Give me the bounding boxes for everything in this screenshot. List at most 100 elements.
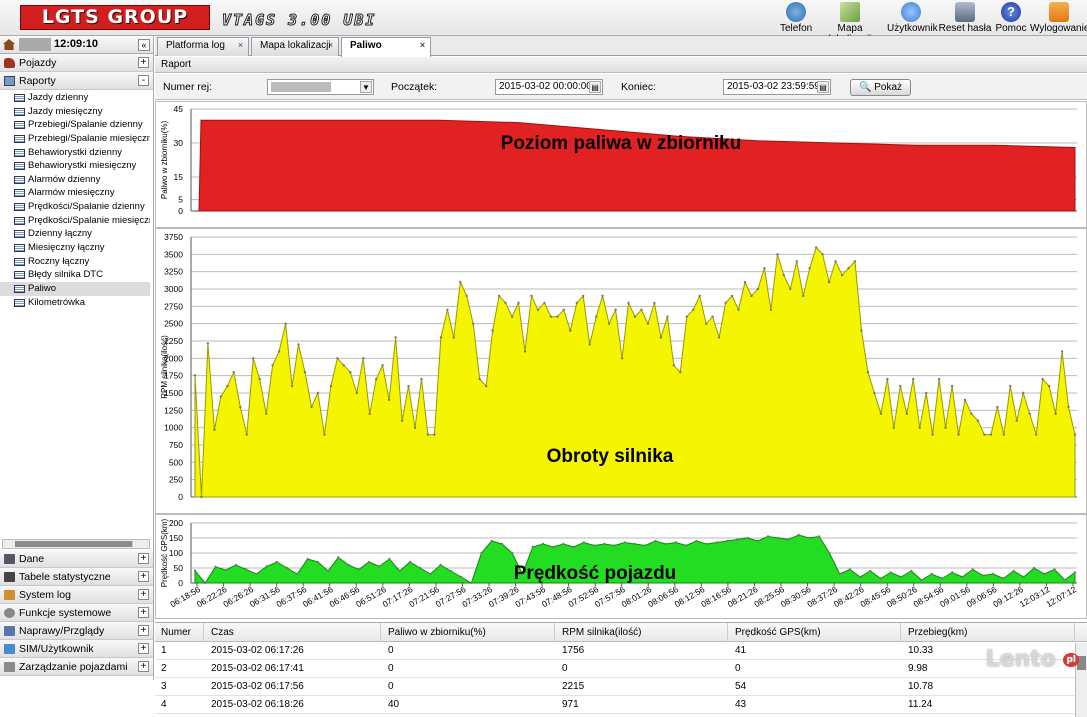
col-header[interactable]: Paliwo w zbiorniku(%) (382, 623, 555, 642)
table-row[interactable]: 1 2015-03-02 06:17:26 0 1756 41 10.33 (155, 642, 1087, 660)
phone-icon (786, 2, 806, 22)
report-item[interactable]: Błędy silnika DTC (0, 268, 150, 282)
tab-mapa-lokalizacji[interactable]: Mapa lokalizacji × (251, 37, 339, 56)
data-point (737, 308, 740, 311)
y-tick-label: 750 (169, 440, 183, 450)
expand-icon[interactable]: + (138, 661, 149, 672)
data-point (569, 329, 572, 332)
y-tick-label: 200 (169, 518, 183, 528)
table-row[interactable]: 3 2015-03-02 06:17:56 0 2215 54 10.78 (155, 678, 1087, 696)
toolbar-user-button[interactable]: Użytkownik (887, 2, 938, 34)
data-point (705, 542, 708, 546)
collapse-sidebar-button[interactable]: « (138, 39, 150, 51)
cell: 0 (562, 663, 568, 674)
data-point (420, 377, 423, 381)
report-item[interactable]: Alarmów miesięczny (0, 186, 150, 200)
data-point (407, 384, 410, 388)
calendar-icon[interactable]: ▤ (589, 81, 601, 93)
data-point (446, 308, 449, 311)
report-item[interactable]: Przebiegi/Spalanie dzienny (0, 118, 150, 132)
calendar-icon[interactable]: ▤ (817, 81, 829, 93)
report-item[interactable]: Kilometrówka (0, 296, 150, 310)
toolbar-reset-password-button[interactable]: Reset hasła (938, 2, 992, 34)
expand-icon[interactable]: + (138, 643, 149, 654)
col-header[interactable]: Numer (155, 623, 204, 642)
end-date-input[interactable]: 2015-03-02 23:59:59 ▤ (723, 79, 831, 95)
data-point (214, 565, 217, 568)
data-point (1060, 350, 1064, 353)
close-icon[interactable]: × (236, 41, 245, 50)
data-point (1002, 577, 1005, 580)
sim-icon (4, 644, 15, 654)
col-header[interactable]: Przebieg(km) (902, 623, 1075, 642)
start-date-input[interactable]: 2015-03-02 00:00:00 ▤ (495, 79, 603, 95)
data-point (378, 565, 381, 568)
data-point (944, 426, 947, 429)
report-item[interactable]: Prędkości/Spalanie dzienny (0, 200, 150, 214)
report-item[interactable]: Jazdy miesięczny (0, 105, 150, 119)
section-zarzadzanie[interactable]: Zarządzanie pojazdami + (0, 658, 153, 676)
data-point (349, 371, 352, 374)
data-point (398, 569, 401, 573)
report-item[interactable]: Behawiorystki dzienny (0, 146, 150, 160)
table-row[interactable]: 2 2015-03-02 06:17:41 0 0 0 9.98 (155, 660, 1087, 678)
tab-bar: Platforma log × Mapa lokalizacji × Paliwo × (155, 36, 1087, 57)
y-tick-label: 30 (174, 138, 184, 148)
toolbar-logout-button[interactable]: Wylogowanie (1030, 2, 1087, 34)
chevron-down-icon[interactable]: ▼ (360, 81, 372, 93)
expand-icon[interactable]: + (138, 571, 149, 582)
report-item[interactable]: Przebiegi/Spalanie miesięczny (0, 132, 150, 146)
toolbar-phone-button[interactable]: Telefon (780, 2, 812, 34)
report-item[interactable]: Roczny łączny (0, 255, 150, 269)
scrollbar-thumb[interactable] (15, 541, 133, 547)
y-tick-label: 500 (169, 457, 183, 467)
section-system-log[interactable]: System log + (0, 586, 153, 604)
collapse-icon[interactable]: - (138, 75, 149, 86)
y-tick-label: 5 (178, 195, 183, 205)
report-item[interactable]: Prędkości/Spalanie miesięczny (0, 214, 150, 228)
col-header[interactable]: Czas (205, 623, 381, 642)
section-dane[interactable]: Dane + (0, 550, 153, 568)
section-raporty[interactable]: Raporty - (0, 72, 153, 90)
data-point (633, 542, 637, 546)
expand-icon[interactable]: + (138, 607, 149, 618)
section-sim[interactable]: SIM/Użytkownik + (0, 640, 153, 658)
expand-icon[interactable]: + (138, 553, 149, 564)
cell: 0 (735, 663, 741, 674)
data-point (920, 578, 923, 582)
report-item[interactable]: Dzienny łączny (0, 227, 150, 241)
data-point (413, 426, 417, 429)
expand-icon[interactable]: + (138, 589, 149, 600)
show-button[interactable]: 🔍 Pokaż (850, 79, 911, 96)
data-point (275, 560, 279, 564)
tab-paliwo[interactable]: Paliwo × (341, 37, 431, 57)
section-naprawy[interactable]: Naprawy/Przglądy + (0, 622, 153, 640)
section-pojazdy[interactable]: Pojazdy + (0, 54, 153, 72)
report-item[interactable]: Miesięczny łączny (0, 241, 150, 255)
close-icon[interactable]: × (326, 41, 335, 50)
data-point (976, 419, 980, 422)
report-item-selected[interactable]: Paliwo (0, 281, 150, 296)
col-header[interactable]: RPM silnika(ilość) (556, 623, 728, 642)
tab-platforma-log[interactable]: Platforma log × (157, 37, 249, 56)
sidebar-scrollbar[interactable] (2, 539, 150, 549)
toolbar-help-button[interactable]: ? Pomoc (995, 2, 1027, 34)
reg-select[interactable]: ▼ (267, 79, 374, 95)
expand-icon[interactable]: + (138, 57, 149, 68)
section-funkcje[interactable]: Funkcje systemowe + (0, 604, 153, 622)
data-point (1032, 566, 1036, 570)
data-point (367, 560, 371, 564)
report-item[interactable]: Jazdy dzienny (0, 91, 150, 105)
data-point (736, 538, 739, 541)
col-header[interactable]: Prędkość GPS(km) (729, 623, 901, 642)
report-item[interactable]: Alarmów dzienny (0, 173, 150, 187)
section-tabele[interactable]: Tabele statystyczne + (0, 568, 153, 586)
cell: 1 (161, 645, 167, 656)
report-item[interactable]: Behawiorystki miesięczny (0, 159, 150, 173)
table-row[interactable]: 4 2015-03-02 06:18:26 40 971 43 11.24 (155, 696, 1087, 714)
home-icon[interactable] (3, 39, 15, 50)
table-header: Numer Czas Paliwo w zbiorniku(%) RPM sil… (155, 623, 1087, 642)
expand-icon[interactable]: + (138, 625, 149, 636)
panel-title: Raport (155, 57, 1087, 73)
close-icon[interactable]: × (418, 41, 427, 50)
